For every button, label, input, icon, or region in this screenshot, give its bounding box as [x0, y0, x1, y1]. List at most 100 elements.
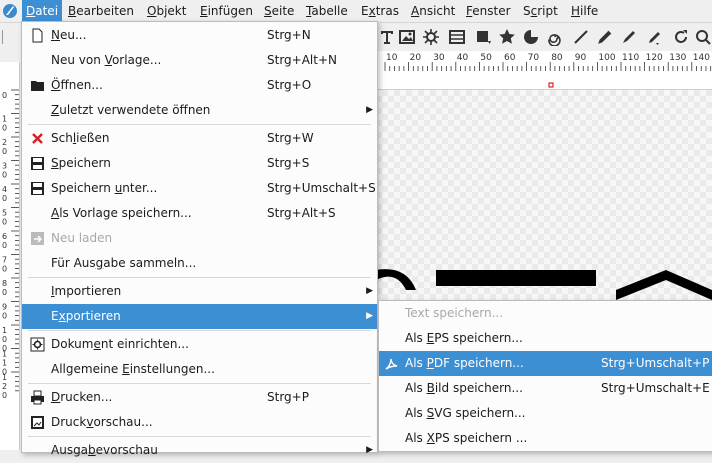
- ruler-tick-label: 140: [693, 53, 710, 63]
- toolbar-handle[interactable]: [2, 30, 6, 44]
- ruler-tick-label: 0: [2, 218, 7, 227]
- menubar-bearbeiten[interactable]: Bearbeiten: [64, 0, 138, 22]
- export-item-als-xps-speichern[interactable]: Als XPS speichern ...: [379, 426, 712, 451]
- menu-item-druckvorschau[interactable]: Druckvorschau...: [22, 410, 377, 435]
- menu-item-schliessen[interactable]: Schließen Strg+W: [22, 126, 377, 151]
- shape-icon[interactable]: [474, 28, 492, 46]
- menu-item-als-vorlage-speichern[interactable]: Als Vorlage speichern... Strg+Alt+S: [22, 201, 377, 226]
- menu-separator: [28, 277, 371, 278]
- menubar-datei[interactable]: Datei: [22, 0, 63, 22]
- menu-item-label: Als Vorlage speichern...: [51, 206, 192, 220]
- folder-open-icon: [30, 78, 45, 93]
- menu-item-label: Als EPS speichern...: [405, 331, 523, 345]
- line-icon[interactable]: [572, 28, 590, 46]
- ruler-tick-label: 9: [2, 303, 7, 312]
- zoom-icon[interactable]: [694, 28, 712, 46]
- menu-item-speichern-unter[interactable]: Speichern unter... Strg+Umschalt+S: [22, 176, 377, 201]
- ruler-tick-label: 70: [528, 53, 540, 63]
- menu-separator: [28, 124, 371, 125]
- render-frame-icon[interactable]: [422, 28, 440, 46]
- menubar-einfuegen[interactable]: Einfügen: [196, 0, 257, 22]
- table-icon[interactable]: [448, 28, 466, 46]
- calligraphy-icon[interactable]: [646, 28, 664, 46]
- ruler-tick-label: 110: [622, 53, 639, 63]
- menu-item-label: Neu laden: [51, 231, 113, 245]
- ruler-tick-label: 120: [646, 53, 663, 63]
- document-setup-icon: [30, 337, 45, 352]
- ruler-tick-label: 1: [2, 115, 7, 124]
- submenu-arrow-icon: ▶: [366, 445, 373, 455]
- submenu-arrow-icon: ▶: [366, 286, 373, 296]
- menu-item-drucken[interactable]: Drucken... Strg+P: [22, 385, 377, 410]
- polygon-icon[interactable]: [498, 28, 516, 46]
- menubar-seite[interactable]: Seite: [260, 0, 298, 22]
- menu-item-oeffnen[interactable]: Öffnen... Strg+O: [22, 73, 377, 98]
- export-item-als-pdf-speichern[interactable]: Als PDF speichern... Strg+Umschalt+P: [379, 351, 712, 376]
- text-frame-icon[interactable]: [378, 28, 396, 46]
- ruler-tick-label: 6: [2, 232, 7, 241]
- menu-item-zuletzt-verwendete-oeffnen[interactable]: Zuletzt verwendete öffnen ▶: [22, 98, 377, 123]
- menu-item-speichern[interactable]: Speichern Strg+S: [22, 151, 377, 176]
- menu-item-shortcut: Strg+S: [267, 156, 310, 170]
- menu-item-shortcut: Strg+Alt+S: [267, 206, 336, 220]
- export-item-text-speichern: Text speichern...: [379, 301, 712, 326]
- menubar-ansicht[interactable]: Ansicht: [407, 0, 459, 22]
- menubar-fenster[interactable]: Fenster: [462, 0, 515, 22]
- submenu-arrow-icon: ▶: [366, 311, 373, 321]
- ruler-tick-label: 5: [2, 209, 7, 218]
- ruler-tick-label: 0: [2, 288, 7, 297]
- ruler-tick-label: 10: [386, 53, 398, 63]
- menu-item-shortcut: Strg+P: [267, 390, 309, 404]
- menubar-hilfe[interactable]: Hilfe: [567, 0, 602, 22]
- menu-item-label: Speichern unter...: [51, 181, 158, 195]
- ruler-tick-label: 2: [2, 382, 7, 391]
- export-item-als-eps-speichern[interactable]: Als EPS speichern...: [379, 326, 712, 351]
- ruler-tick-label: 0: [2, 265, 7, 274]
- ruler-tick-label: 7: [2, 256, 7, 265]
- ruler-tick-label: 0: [2, 312, 7, 321]
- print-preview-icon: [30, 415, 45, 430]
- menu-item-label: Druckvorschau...: [51, 415, 153, 429]
- vertical-ruler[interactable]: 0102030405060708090100110120: [0, 62, 20, 450]
- image-frame-icon[interactable]: [398, 28, 416, 46]
- menu-item-allgemeine-einstellungen[interactable]: Allgemeine Einstellungen...: [22, 357, 377, 382]
- menu-item-shortcut: Strg+Umschalt+P: [601, 356, 710, 370]
- ruler-tick-label: 50: [480, 53, 492, 63]
- menu-item-fuer-ausgabe-sammeln[interactable]: Für Ausgabe sammeln...: [22, 251, 377, 276]
- rotate-icon[interactable]: [672, 28, 690, 46]
- menu-item-label: Als PDF speichern...: [405, 356, 524, 370]
- arc-icon[interactable]: [522, 28, 540, 46]
- ruler-tick-label: 1: [2, 373, 7, 382]
- ruler-tick-label: 40: [457, 53, 469, 63]
- menu-item-label: Ausgabevorschau: [51, 443, 158, 457]
- menubar-script[interactable]: Script: [519, 0, 562, 22]
- ruler-tick-label: 1: [2, 359, 7, 368]
- menu-separator: [28, 330, 371, 331]
- menu-item-label: Schließen: [51, 131, 110, 145]
- menu-item-shortcut: Strg+O: [267, 78, 312, 92]
- menubar-tabelle[interactable]: Tabelle: [302, 0, 352, 22]
- menu-item-ausgabevorschau[interactable]: Ausgabevorschau ▶: [22, 438, 377, 463]
- menu-item-label: Drucken...: [51, 390, 113, 404]
- menu-item-label: Dokument einrichten...: [51, 337, 189, 351]
- ruler-tick-label: 0: [2, 171, 7, 180]
- menu-item-importieren[interactable]: Importieren ▶: [22, 279, 377, 304]
- menu-item-label: Als SVG speichern...: [405, 406, 526, 420]
- menu-item-exportieren[interactable]: Exportieren ▶: [22, 304, 377, 329]
- menu-item-label: Speichern: [51, 156, 111, 170]
- menu-item-dokument-einrichten[interactable]: Dokument einrichten...: [22, 332, 377, 357]
- export-item-als-svg-speichern[interactable]: Als SVG speichern...: [379, 401, 712, 426]
- menubar-extras[interactable]: Extras: [357, 0, 403, 22]
- menu-item-neu[interactable]: Neu... Strg+N: [22, 23, 377, 48]
- menu-item-shortcut: Strg+W: [267, 131, 314, 145]
- freehand-icon[interactable]: [620, 28, 638, 46]
- menubar-objekt[interactable]: Objekt: [143, 0, 190, 22]
- menu-item-label: Importieren: [51, 284, 122, 298]
- ruler-tick-label: 8: [2, 279, 7, 288]
- menu-item-label: Text speichern...: [405, 306, 504, 320]
- bezier-icon[interactable]: [596, 28, 614, 46]
- horizontal-ruler[interactable]: 10 20 30 40 50 60 70 80 90 100 110 120 130 140: [376, 51, 712, 90]
- export-item-als-bild-speichern[interactable]: Als Bild speichern... Strg+Umschalt+E: [379, 376, 712, 401]
- menu-item-neu-von-vorlage[interactable]: Neu von Vorlage... Strg+Alt+N: [22, 48, 377, 73]
- spiral-icon[interactable]: [546, 28, 564, 46]
